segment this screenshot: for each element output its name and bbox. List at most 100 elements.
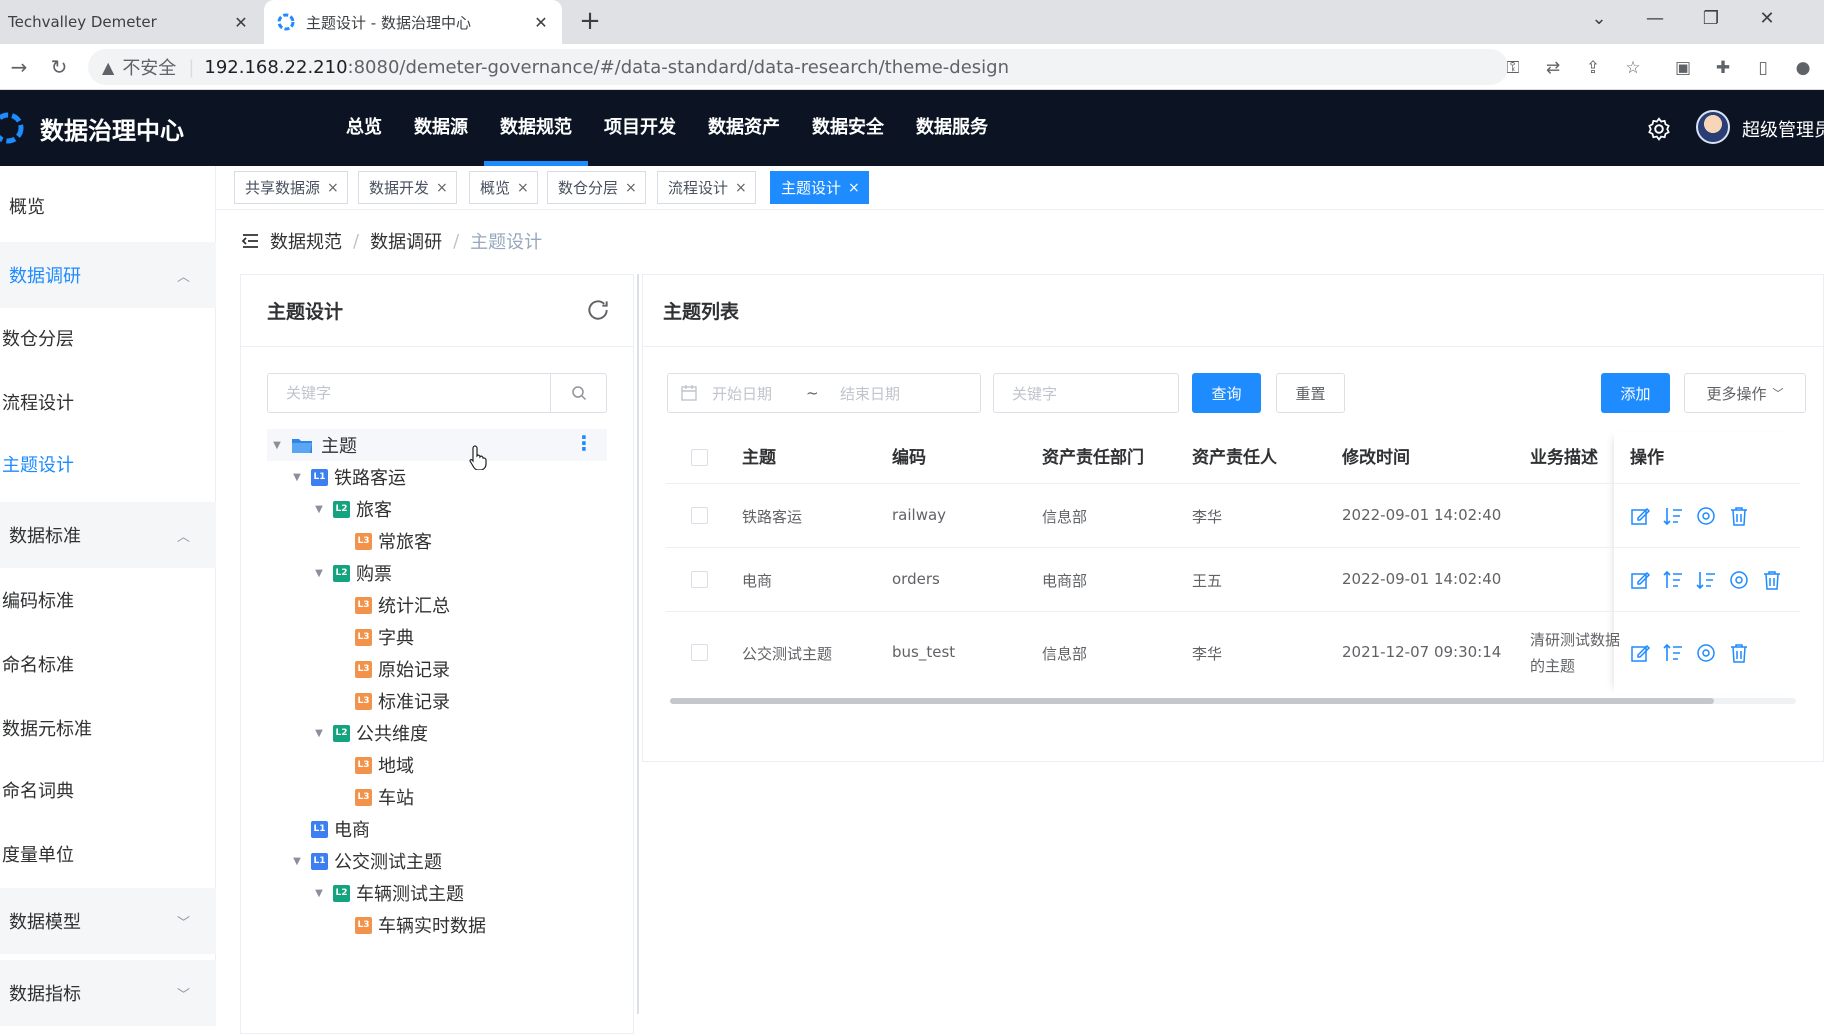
move-up-icon[interactable] [1662,569,1684,591]
tag-close-icon[interactable]: × [327,180,339,196]
extension-app-icon[interactable]: ▣ [1672,57,1694,79]
browser-tab-techvalley[interactable]: Techvalley Demeter ✕ [0,0,262,44]
tag-process-design[interactable]: 流程设计 × [657,171,756,204]
nav-data-standard[interactable]: 数据规范 [484,90,588,166]
more-actions-dropdown[interactable]: 更多操作 ﹀ [1684,373,1806,413]
tree-node-root[interactable]: ▼ 主题 ⋮ [267,429,607,461]
sidebar-item-data-element-standard[interactable]: 数据元标准 [0,704,216,752]
date-range-picker[interactable]: 开始日期 ~ 结束日期 [667,373,981,413]
tree-node[interactable]: L3 车辆实时数据 [331,909,486,941]
tab-search-chevron-icon[interactable]: ⌄ [1584,8,1614,34]
forward-icon[interactable]: → [4,53,34,81]
sidebar-group-data-research[interactable]: 数据调研 ︿ [0,242,216,308]
reset-button[interactable]: 重置 [1276,373,1345,413]
table-row[interactable]: 铁路客运 railway 信息部 李华 2022-09-01 14:02:40 [666,484,1800,548]
nav-data-security[interactable]: 数据安全 [796,90,900,166]
row-checkbox[interactable] [691,571,708,588]
tree-node[interactable]: L3 原始记录 [331,653,450,685]
more-vertical-icon[interactable]: ⋮ [574,431,594,455]
browser-tab-theme-design[interactable]: 主题设计 - 数据治理中心 ✕ [264,0,562,44]
sidebar-item-overview[interactable]: 概览 [0,182,216,230]
tag-shared-datasource[interactable]: 共享数据源 × [234,171,348,204]
caret-down-icon[interactable]: ▼ [287,856,307,867]
settings-gear-icon[interactable] [1646,116,1672,142]
tag-warehouse-layer[interactable]: 数仓分层 × [547,171,646,204]
edit-icon[interactable] [1629,505,1651,527]
tree-node[interactable]: L3 统计汇总 [331,589,450,621]
query-button[interactable]: 查询 [1192,373,1261,413]
tree-node[interactable]: L3 字典 [331,621,414,653]
table-row[interactable]: 电商 orders 电商部 王五 2022-09-01 14:02:40 [666,548,1800,612]
side-panel-icon[interactable]: ▯ [1752,57,1774,79]
tree-node[interactable]: ▼ L2 旅客 [309,493,392,525]
tag-close-icon[interactable]: × [735,180,747,196]
nav-data-service[interactable]: 数据服务 [900,90,1004,166]
reload-icon[interactable]: ↻ [44,53,74,81]
nav-overview[interactable]: 总览 [330,90,398,166]
sidebar-item-code-standard[interactable]: 编码标准 [0,576,216,624]
sidebar-item-process-design[interactable]: 流程设计 [0,378,216,426]
tag-close-icon[interactable]: × [848,180,860,196]
tag-close-icon[interactable]: × [436,180,448,196]
breadcrumb-item[interactable]: 数据调研 [370,228,442,254]
tag-data-dev[interactable]: 数据开发 × [358,171,457,204]
search-button[interactable] [550,374,606,412]
translate-icon[interactable]: ⇄ [1542,57,1564,79]
key-icon[interactable]: ⚿ [1502,57,1524,79]
sidebar-item-theme-design[interactable]: 主题设计 [0,440,216,488]
minimize-icon[interactable]: — [1640,8,1670,34]
tag-overview[interactable]: 概览 × [469,171,538,204]
bookmark-star-icon[interactable]: ☆ [1622,57,1644,79]
move-down-icon[interactable] [1695,569,1717,591]
app-logo[interactable]: 数据治理中心 [0,108,184,148]
tree-node[interactable]: ▼ L1 铁路客运 [287,461,406,493]
add-button[interactable]: 添加 [1601,373,1670,413]
view-icon[interactable] [1695,505,1717,527]
nav-data-assets[interactable]: 数据资产 [692,90,796,166]
tag-close-icon[interactable]: × [517,180,529,196]
edit-icon[interactable] [1629,642,1651,664]
sidebar-item-naming-dictionary[interactable]: 命名词典 [0,766,216,814]
tab-close-icon[interactable]: ✕ [530,13,552,32]
sidebar-item-warehouse-layer[interactable]: 数仓分层 [0,314,216,362]
tree-node[interactable]: ▼ L2 公共维度 [309,717,428,749]
delete-icon[interactable] [1761,569,1783,591]
tree-node[interactable]: ▼ L2 购票 [309,557,392,589]
tree-node[interactable]: L3 标准记录 [331,685,450,717]
caret-down-icon[interactable]: ▼ [287,472,307,483]
scrollbar-thumb[interactable] [670,698,1714,704]
table-row[interactable]: 公交测试主题 bus_test 信息部 李华 2021-12-07 09:30:… [666,612,1800,694]
new-tab-button[interactable]: + [576,8,604,36]
column-header[interactable]: 编码 [892,432,926,484]
delete-icon[interactable] [1728,642,1750,664]
restore-icon[interactable]: ❐ [1696,8,1726,34]
tree-node[interactable]: ▼ L1 公交测试主题 [287,845,442,877]
delete-icon[interactable] [1728,505,1750,527]
breadcrumb-item[interactable]: 数据规范 [270,228,342,254]
sidebar-item-naming-standard[interactable]: 命名标准 [0,640,216,688]
tree-node[interactable]: L3 车站 [331,781,414,813]
sidebar-fold-icon[interactable] [240,231,260,251]
tab-close-icon[interactable]: ✕ [230,13,252,32]
sidebar-group-data-standard[interactable]: 数据标准 ︿ [0,502,216,568]
tag-close-icon[interactable]: × [625,180,637,196]
keyword-input[interactable]: 关键字 [993,373,1179,413]
share-icon[interactable]: ⇪ [1582,57,1604,79]
refresh-icon[interactable] [585,297,611,323]
sidebar-group-data-model[interactable]: 数据模型 ﹀ [0,888,216,954]
column-header[interactable]: 业务描述 [1530,432,1598,484]
user-avatar[interactable] [1696,110,1730,144]
address-bar[interactable]: ▲ 不安全 | 192.168.22.210 :8080/demeter-gov… [88,49,1508,85]
caret-down-icon[interactable]: ▼ [309,728,329,739]
column-header[interactable]: 主题 [742,432,776,484]
tree-node[interactable]: L3 常旅客 [331,525,432,557]
nav-datasource[interactable]: 数据源 [398,90,484,166]
tree-node[interactable]: ▼ L2 车辆测试主题 [309,877,464,909]
move-up-icon[interactable] [1662,642,1684,664]
sidebar-group-data-metric[interactable]: 数据指标 ﹀ [0,960,216,1026]
row-checkbox[interactable] [691,507,708,524]
tree-node[interactable]: L3 地域 [331,749,414,781]
column-header[interactable]: 资产责任部门 [1042,432,1144,484]
row-checkbox[interactable] [691,644,708,661]
caret-down-icon[interactable]: ▼ [267,440,287,451]
